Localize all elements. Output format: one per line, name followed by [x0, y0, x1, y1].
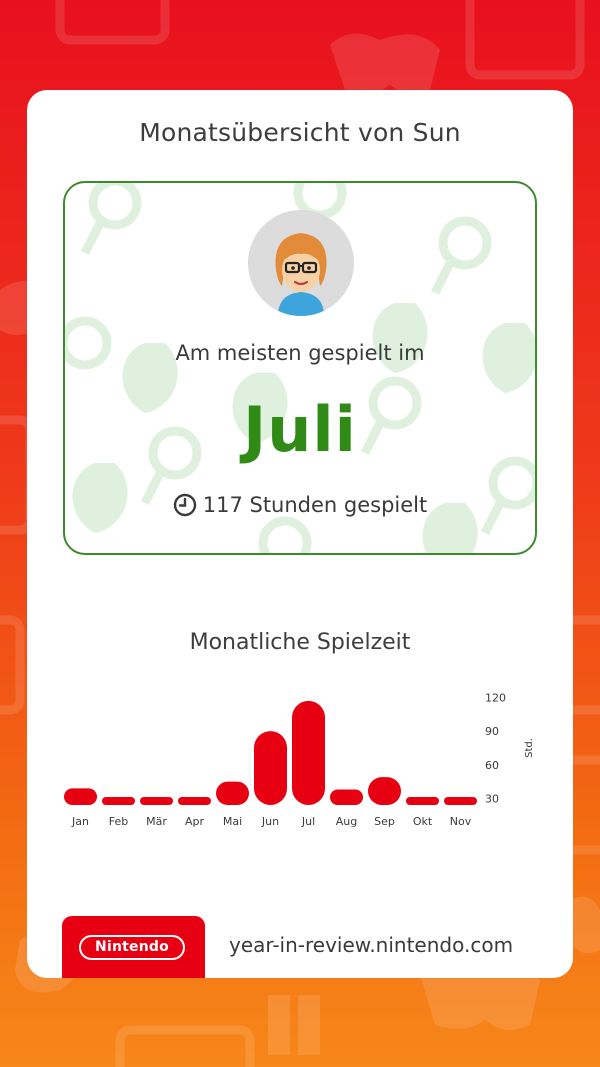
chart-x-tick-label: Sep — [374, 815, 395, 828]
chart-bar-mär — [140, 797, 173, 805]
chart-bar-jul — [292, 700, 325, 805]
chart-x-tick-label: Apr — [185, 815, 205, 828]
chart-bar-apr — [178, 797, 211, 805]
card-title: Monatsübersicht von Sun — [139, 118, 461, 147]
monthly-playtime-chart: Jan Feb Mär Apr Mai Jun Jul Aug Sep Okt Nov 30 60 90 1… — [64, 692, 535, 828]
most-played-panel: Am meisten gespielt im Juli 117 Stunden … — [63, 181, 537, 555]
chart-bar-jan — [64, 788, 97, 805]
most-played-label: Am meisten gespielt im — [175, 341, 425, 365]
chart-x-tick-label: Nov — [450, 815, 472, 828]
chart-bar-feb — [102, 797, 135, 805]
chart-x-tick-label: Mär — [146, 815, 167, 828]
chart-title: Monatliche Spielzeit — [189, 630, 411, 655]
chart-y-tick-label: 120 — [485, 692, 506, 705]
nintendo-logo-box: Nintendo — [62, 916, 205, 978]
chart-x-tick-label: Aug — [336, 815, 357, 828]
hours-played: 117 Stunden gespielt — [65, 493, 535, 517]
user-avatar — [248, 210, 354, 316]
chart-x-tick-label: Mai — [223, 815, 242, 828]
chart-bar-okt — [406, 797, 439, 805]
most-played-month: Juli — [243, 393, 357, 466]
chart-bar-sep — [368, 777, 401, 805]
nintendo-logo: Nintendo — [79, 935, 185, 960]
chart-y-tick-label: 30 — [485, 793, 499, 806]
chart-y-tick-label: 60 — [485, 759, 499, 772]
clock-icon — [173, 493, 196, 517]
chart-y-tick-label: 90 — [485, 725, 499, 738]
chart-x-tick-label: Jul — [301, 815, 315, 828]
chart-x-tick-label: Jan — [71, 815, 89, 828]
footer-url[interactable]: year-in-review.nintendo.com — [229, 933, 513, 957]
chart-bar-nov — [444, 797, 477, 805]
chart-y-axis-label: Std. — [524, 738, 535, 758]
chart-bar-aug — [330, 789, 363, 805]
chart-x-tick-label: Okt — [413, 815, 433, 828]
mii-avatar-icon — [248, 210, 354, 316]
hours-played-text: 117 Stunden gespielt — [202, 493, 428, 517]
summary-card: Monatsübersicht von Sun Am meisten gespi… — [27, 90, 573, 978]
chart-x-tick-label: Feb — [109, 815, 128, 828]
chart-bar-mai — [216, 781, 249, 805]
chart-x-tick-label: Jun — [261, 815, 279, 828]
chart-bar-jun — [254, 731, 287, 805]
